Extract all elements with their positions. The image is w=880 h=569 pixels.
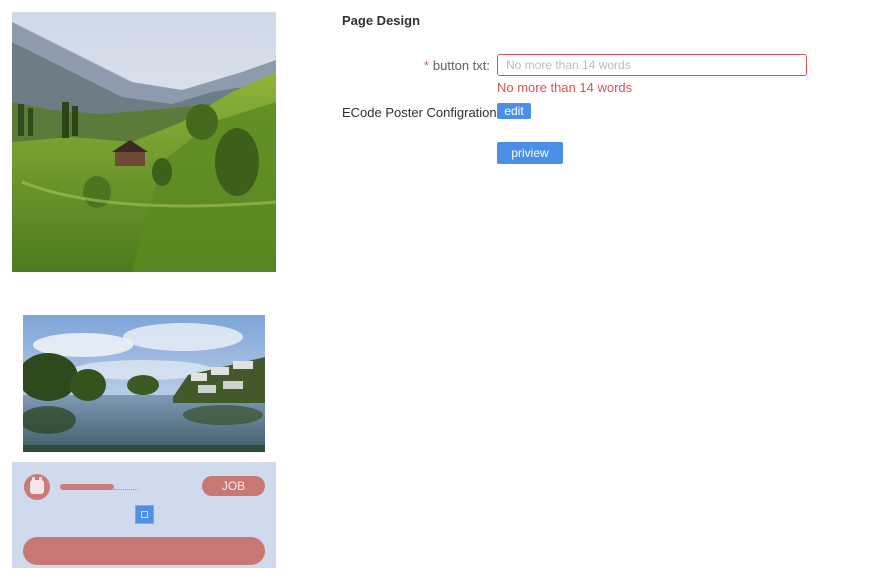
lake-village-image [23, 315, 265, 452]
button-txt-error: No more than 14 words [497, 80, 633, 95]
preview-footer: JOB [12, 462, 276, 568]
button-txt-label: * button txt: [360, 58, 490, 73]
job-button[interactable]: JOB [202, 476, 265, 496]
button-txt-label-text: button txt: [432, 58, 490, 73]
poster-config-label: ECode Poster Configration [342, 105, 497, 120]
action-button[interactable] [23, 537, 265, 565]
edit-button[interactable]: edit [497, 103, 531, 119]
preview-button[interactable]: priview [497, 142, 563, 164]
name-placeholder-bar [60, 484, 114, 490]
dotted-divider [114, 489, 138, 490]
required-mark: * [423, 58, 429, 73]
hero-image [12, 12, 276, 272]
page-title: Page Design [342, 13, 421, 28]
button-txt-input[interactable] [497, 54, 807, 76]
phone-preview: JOB [12, 12, 276, 568]
avatar [24, 474, 50, 500]
cat-icon [30, 477, 44, 494]
qr-code-icon [135, 505, 154, 524]
